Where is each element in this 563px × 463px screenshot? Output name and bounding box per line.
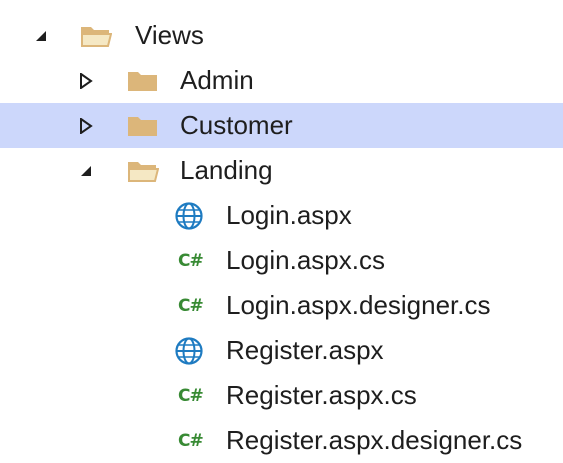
folder-icon <box>127 103 159 148</box>
tree-item-label: Admin <box>180 65 254 95</box>
csharp-file-icon: C# <box>178 250 204 271</box>
collapsed-arrow-icon[interactable] <box>76 58 96 103</box>
tree-item-label: Login.aspx.designer.cs <box>226 290 491 320</box>
folder-icon <box>127 58 159 103</box>
tree-item-login-aspx-cs[interactable]: C# Login.aspx.cs <box>0 238 563 283</box>
tree-item-register-aspx[interactable]: Register.aspx <box>0 328 563 373</box>
tree-item-register-aspx-designer-cs[interactable]: C# Register.aspx.designer.cs <box>0 418 563 463</box>
csharp-file-icon: C# <box>178 385 204 406</box>
folder-open-icon <box>127 148 159 193</box>
tree-item-login-aspx[interactable]: Login.aspx <box>0 193 563 238</box>
csharp-file-icon: C# <box>178 295 204 316</box>
tree-item-label: Landing <box>180 155 273 185</box>
csharp-file-icon: C# <box>178 430 204 451</box>
folder-open-icon <box>80 13 112 58</box>
tree-item-landing[interactable]: Landing <box>0 148 563 193</box>
collapsed-arrow-icon[interactable] <box>76 103 96 148</box>
tree-item-label: Views <box>135 20 204 50</box>
tree-item-label: Customer <box>180 110 293 140</box>
tree-item-views[interactable]: Views <box>0 13 563 58</box>
expanded-arrow-icon[interactable] <box>76 148 96 193</box>
tree-item-register-aspx-cs[interactable]: C# Register.aspx.cs <box>0 373 563 418</box>
globe-icon <box>174 328 204 373</box>
expanded-arrow-icon[interactable] <box>31 13 51 58</box>
tree-item-label: Register.aspx.cs <box>226 380 417 410</box>
tree-item-login-aspx-designer-cs[interactable]: C# Login.aspx.designer.cs <box>0 283 563 328</box>
tree-item-label: Login.aspx.cs <box>226 245 385 275</box>
solution-explorer-tree: Views Admin Customer Landing Login.aspx … <box>0 13 563 463</box>
tree-item-label: Register.aspx.designer.cs <box>226 425 523 455</box>
tree-item-label: Register.aspx <box>226 335 384 365</box>
tree-item-label: Login.aspx <box>226 200 352 230</box>
globe-icon <box>174 193 204 238</box>
tree-item-customer[interactable]: Customer <box>0 103 563 148</box>
tree-item-admin[interactable]: Admin <box>0 58 563 103</box>
